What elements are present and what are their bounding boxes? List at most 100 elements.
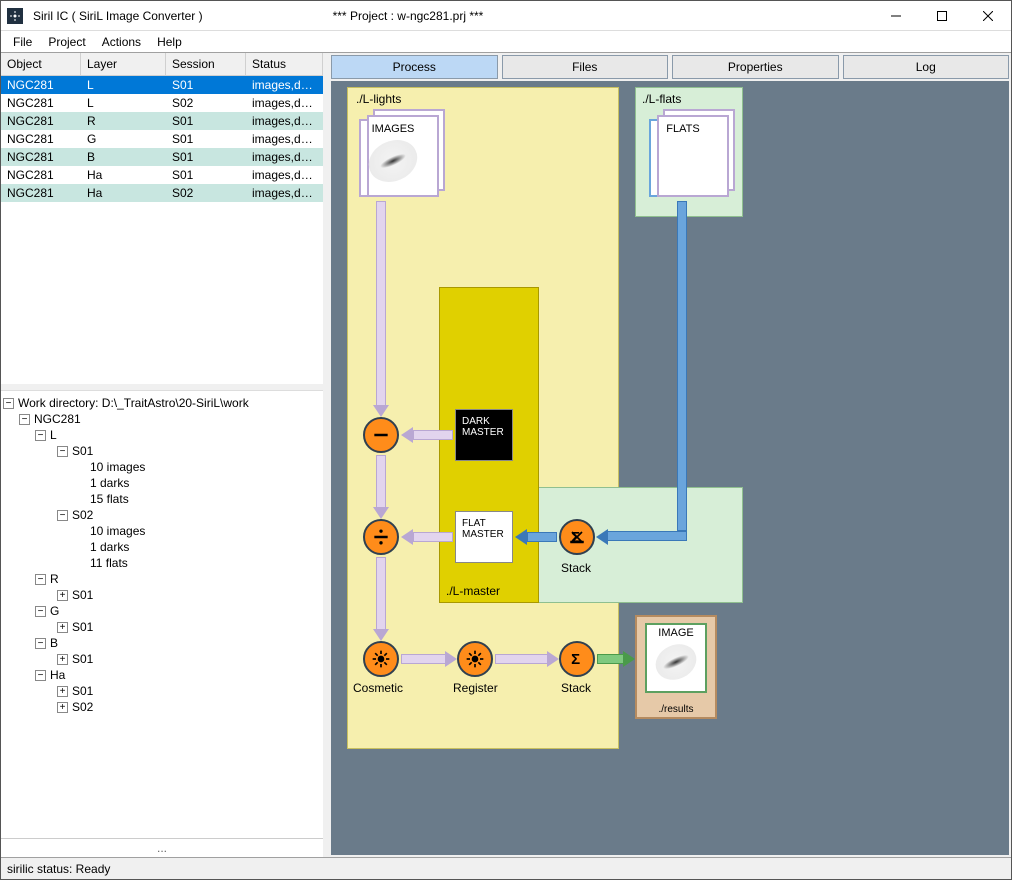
tree-object[interactable]: NGC281 bbox=[34, 412, 81, 426]
tree-layer-Ha[interactable]: Ha bbox=[50, 668, 65, 682]
arrow bbox=[376, 455, 386, 509]
tab-files[interactable]: Files bbox=[502, 55, 669, 79]
arrow bbox=[376, 557, 386, 631]
arrow bbox=[607, 531, 687, 541]
cell: NGC281 bbox=[1, 148, 81, 166]
cell: Ha bbox=[81, 184, 166, 202]
table-row[interactable]: NGC281RS01images,dar... bbox=[1, 112, 323, 130]
tree-session-L-S01[interactable]: S01 bbox=[72, 444, 93, 458]
menubar: File Project Actions Help bbox=[1, 31, 1011, 53]
tree-leaf[interactable]: 1 darks bbox=[90, 540, 129, 554]
tree-session-L-S02[interactable]: S02 bbox=[72, 508, 93, 522]
cell: S02 bbox=[166, 184, 246, 202]
session-table[interactable]: Object Layer Session Status NGC281LS01im… bbox=[1, 53, 323, 390]
process-canvas: ./L-lights ./L-flats ./L-master IMAGE ./… bbox=[331, 81, 1009, 855]
splitter-dots[interactable]: ... bbox=[1, 838, 323, 857]
col-layer[interactable]: Layer bbox=[81, 53, 166, 75]
tree-layer-G[interactable]: G bbox=[50, 604, 59, 618]
col-object[interactable]: Object bbox=[1, 53, 81, 75]
tree-layer-B[interactable]: B bbox=[50, 636, 58, 650]
register-icon bbox=[457, 641, 493, 677]
images-label: IMAGES bbox=[361, 121, 425, 135]
table-row[interactable]: NGC281BS01images,dar... bbox=[1, 148, 323, 166]
flats-stack: FLATS bbox=[649, 119, 717, 197]
tree-leaf[interactable]: 15 flats bbox=[90, 492, 129, 506]
cell: L bbox=[81, 94, 166, 112]
tree-session-R-S01[interactable]: S01 bbox=[72, 588, 93, 602]
tree-leaf[interactable]: 11 flats bbox=[90, 556, 128, 570]
col-session[interactable]: Session bbox=[166, 53, 246, 75]
app-icon bbox=[7, 8, 23, 24]
tree-leaf[interactable]: 10 images bbox=[90, 524, 145, 538]
cell: NGC281 bbox=[1, 184, 81, 202]
col-status[interactable]: Status bbox=[246, 53, 323, 75]
cell: R bbox=[81, 112, 166, 130]
cell: S01 bbox=[166, 112, 246, 130]
tree-layer-R[interactable]: R bbox=[50, 572, 59, 586]
results-panel: IMAGE ./results bbox=[635, 615, 717, 719]
arrow bbox=[527, 532, 557, 542]
cell: images,dar... bbox=[246, 166, 323, 184]
flats-title: ./L-flats bbox=[642, 92, 681, 106]
cell: images,dar... bbox=[246, 148, 323, 166]
menu-file[interactable]: File bbox=[5, 33, 40, 51]
flat-master-box: FLAT MASTER bbox=[455, 511, 513, 563]
cell: NGC281 bbox=[1, 76, 81, 94]
tree-session-Ha-S01[interactable]: S01 bbox=[72, 684, 93, 698]
right-pane: Process Files Properties Log ./L-lights … bbox=[329, 53, 1011, 857]
divide-icon bbox=[363, 519, 399, 555]
dark-master-text: DARK MASTER bbox=[462, 416, 504, 438]
tree-root[interactable]: Work directory: D:\_TraitAstro\20-SiriL\… bbox=[18, 396, 249, 410]
tree-leaf[interactable]: 10 images bbox=[90, 460, 145, 474]
cell: NGC281 bbox=[1, 112, 81, 130]
lights-title: ./L-lights bbox=[356, 92, 401, 106]
cell: images,dar... bbox=[246, 112, 323, 130]
table-row[interactable]: NGC281LS01images,dar... bbox=[1, 76, 323, 94]
cell: images,dar... bbox=[246, 184, 323, 202]
cell: NGC281 bbox=[1, 130, 81, 148]
arrow bbox=[495, 654, 549, 664]
cell: Ha bbox=[81, 166, 166, 184]
tab-log[interactable]: Log bbox=[843, 55, 1010, 79]
cell: G bbox=[81, 130, 166, 148]
flats-label: FLATS bbox=[651, 121, 715, 135]
table-row[interactable]: NGC281HaS01images,dar... bbox=[1, 166, 323, 184]
tree-session-G-S01[interactable]: S01 bbox=[72, 620, 93, 634]
project-title: *** Project : w-ngc281.prj *** bbox=[333, 9, 484, 23]
table-row[interactable]: NGC281LS02images,dar... bbox=[1, 94, 323, 112]
menu-project[interactable]: Project bbox=[40, 33, 93, 51]
directory-tree[interactable]: −Work directory: D:\_TraitAstro\20-SiriL… bbox=[1, 390, 323, 838]
tab-properties[interactable]: Properties bbox=[672, 55, 839, 79]
tree-leaf[interactable]: 1 darks bbox=[90, 476, 129, 490]
menu-actions[interactable]: Actions bbox=[94, 33, 149, 51]
result-image: IMAGE bbox=[645, 623, 707, 693]
cell: S01 bbox=[166, 148, 246, 166]
dark-master-box: DARK MASTER bbox=[455, 409, 513, 461]
tab-process[interactable]: Process bbox=[331, 55, 498, 79]
cosmetic-label: Cosmetic bbox=[353, 681, 403, 695]
table-row[interactable]: NGC281GS01images,dar... bbox=[1, 130, 323, 148]
results-title: ./results bbox=[637, 704, 715, 715]
cell: S01 bbox=[166, 166, 246, 184]
tree-session-B-S01[interactable]: S01 bbox=[72, 652, 93, 666]
images-stack: IMAGES bbox=[359, 119, 427, 197]
close-button[interactable] bbox=[965, 1, 1011, 31]
tree-session-Ha-S02[interactable]: S02 bbox=[72, 700, 93, 714]
tree-layer-L[interactable]: L bbox=[50, 428, 57, 442]
tab-row: Process Files Properties Log bbox=[329, 53, 1011, 79]
cell: images,dar... bbox=[246, 94, 323, 112]
maximize-button[interactable] bbox=[919, 1, 965, 31]
menu-help[interactable]: Help bbox=[149, 33, 190, 51]
svg-text:Σ: Σ bbox=[571, 529, 580, 546]
app-title: Siril IC ( SiriL Image Converter ) bbox=[33, 9, 203, 23]
arrow bbox=[413, 532, 453, 542]
table-header: Object Layer Session Status bbox=[1, 53, 323, 76]
left-pane: Object Layer Session Status NGC281LS01im… bbox=[1, 53, 329, 857]
minimize-button[interactable] bbox=[873, 1, 919, 31]
cell: images,dar... bbox=[246, 130, 323, 148]
cosmetic-icon bbox=[363, 641, 399, 677]
arrow bbox=[401, 654, 447, 664]
arrow bbox=[677, 201, 687, 531]
table-row[interactable]: NGC281HaS02images,dar... bbox=[1, 184, 323, 202]
stack-flats-icon: Σ bbox=[559, 519, 595, 555]
